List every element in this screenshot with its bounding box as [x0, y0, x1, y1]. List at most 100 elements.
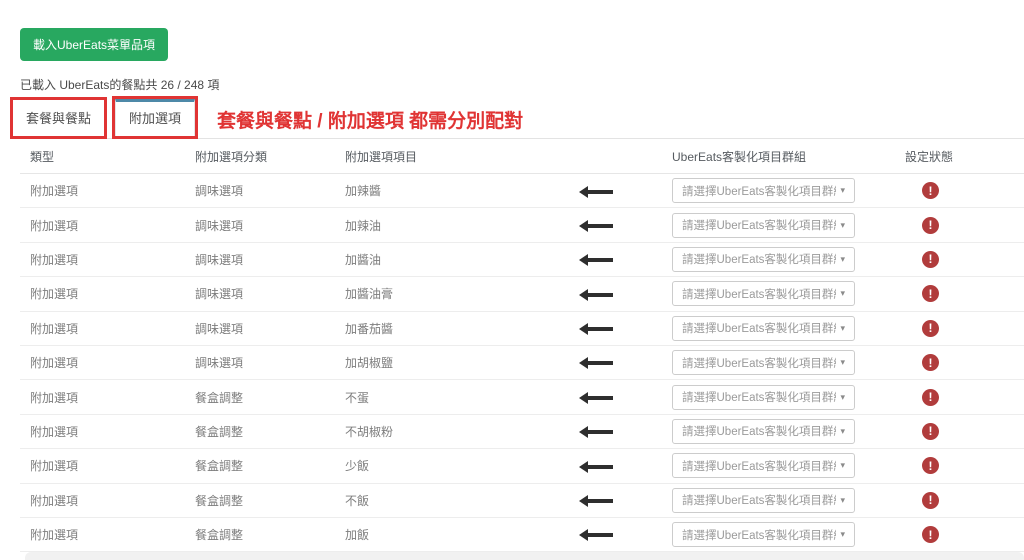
- left-arrow-icon: [588, 396, 613, 400]
- chevron-down-icon: ▾: [840, 323, 845, 334]
- row-category: 調味選項: [185, 311, 335, 345]
- tab-addon-options[interactable]: 附加選項: [115, 99, 195, 136]
- row-item: 加番茄醬: [335, 311, 550, 345]
- chevron-down-icon: ▾: [840, 392, 845, 403]
- col-header-arrow: [550, 139, 662, 174]
- status-error-icon: !: [922, 423, 939, 440]
- uber-group-select[interactable]: 請選擇UberEats客製化項目群組 ▾: [672, 247, 855, 272]
- row-type: 附加選項: [20, 242, 185, 276]
- loaded-items-status: 已載入 UberEats的餐點共 26 / 248 項: [20, 76, 1024, 93]
- row-type: 附加選項: [20, 208, 185, 242]
- row-type: 附加選項: [20, 174, 185, 208]
- left-arrow-icon: [588, 327, 613, 331]
- table-header-row: 類型 附加選項分類 附加選項項目 UberEats客製化項目群組 設定狀態: [20, 139, 1024, 174]
- status-error-icon: !: [922, 354, 939, 371]
- status-error-icon: !: [922, 285, 939, 302]
- col-header-type: 類型: [20, 139, 185, 174]
- select-placeholder: 請選擇UberEats客製化項目群組: [682, 217, 836, 233]
- status-error-icon: !: [922, 182, 939, 199]
- left-arrow-icon: [588, 224, 613, 228]
- row-type: 附加選項: [20, 449, 185, 483]
- table-row: 附加選項 調味選項 加辣醬 請選擇UberEats客製化項目群組 ▾ !: [20, 174, 1024, 208]
- status-error-icon: !: [922, 251, 939, 268]
- col-header-status: 設定狀態: [872, 139, 1024, 174]
- uber-group-select[interactable]: 請選擇UberEats客製化項目群組 ▾: [672, 178, 855, 203]
- row-item: 少飯: [335, 449, 550, 483]
- left-arrow-icon: [588, 430, 613, 434]
- uber-group-select[interactable]: 請選擇UberEats客製化項目群組 ▾: [672, 350, 855, 375]
- row-item: 不蛋: [335, 380, 550, 414]
- select-placeholder: 請選擇UberEats客製化項目群組: [682, 492, 836, 508]
- uber-group-select[interactable]: 請選擇UberEats客製化項目群組 ▾: [672, 385, 855, 410]
- row-category: 調味選項: [185, 345, 335, 379]
- chevron-down-icon: ▾: [840, 185, 845, 196]
- row-category: 調味選項: [185, 174, 335, 208]
- row-category: 餐盒調整: [185, 380, 335, 414]
- uber-group-select[interactable]: 請選擇UberEats客製化項目群組 ▾: [672, 316, 855, 341]
- uber-group-select[interactable]: 請選擇UberEats客製化項目群組 ▾: [672, 522, 855, 547]
- table-row: 附加選項 調味選項 加醬油 請選擇UberEats客製化項目群組 ▾ !: [20, 242, 1024, 276]
- col-header-category: 附加選項分類: [185, 139, 335, 174]
- row-category: 餐盒調整: [185, 449, 335, 483]
- row-category: 調味選項: [185, 208, 335, 242]
- select-placeholder: 請選擇UberEats客製化項目群組: [682, 286, 836, 302]
- row-category: 調味選項: [185, 242, 335, 276]
- table-row: 附加選項 調味選項 加醬油膏 請選擇UberEats客製化項目群組 ▾ !: [20, 277, 1024, 311]
- tab-combo-meals[interactable]: 套餐與餐點: [13, 100, 104, 136]
- chevron-down-icon: ▾: [840, 529, 845, 540]
- uber-group-select[interactable]: 請選擇UberEats客製化項目群組 ▾: [672, 213, 855, 238]
- row-category: 餐盒調整: [185, 414, 335, 448]
- load-ubereats-menu-button[interactable]: 載入UberEats菜單品項: [20, 28, 168, 61]
- row-item: 加辣醬: [335, 174, 550, 208]
- topbar: 載入UberEats菜單品項: [0, 0, 1024, 61]
- row-item: 不胡椒粉: [335, 414, 550, 448]
- status-error-icon: !: [922, 217, 939, 234]
- row-item: 加醬油膏: [335, 277, 550, 311]
- table-row: 附加選項 調味選項 加番茄醬 請選擇UberEats客製化項目群組 ▾ !: [20, 311, 1024, 345]
- select-placeholder: 請選擇UberEats客製化項目群組: [682, 183, 836, 199]
- select-placeholder: 請選擇UberEats客製化項目群組: [682, 458, 836, 474]
- select-placeholder: 請選擇UberEats客製化項目群組: [682, 320, 836, 336]
- col-header-uber-group: UberEats客製化項目群組: [662, 139, 872, 174]
- left-arrow-icon: [588, 190, 613, 194]
- status-error-icon: !: [922, 492, 939, 509]
- row-type: 附加選項: [20, 311, 185, 345]
- table-row: 附加選項 餐盒調整 加飯 請選擇UberEats客製化項目群組 ▾ !: [20, 517, 1024, 551]
- row-item: 加胡椒鹽: [335, 345, 550, 379]
- row-type: 附加選項: [20, 345, 185, 379]
- uber-group-select[interactable]: 請選擇UberEats客製化項目群組 ▾: [672, 453, 855, 478]
- chevron-down-icon: ▾: [840, 220, 845, 231]
- table-row: 附加選項 調味選項 加胡椒鹽 請選擇UberEats客製化項目群組 ▾ !: [20, 345, 1024, 379]
- uber-group-select[interactable]: 請選擇UberEats客製化項目群組 ▾: [672, 281, 855, 306]
- row-type: 附加選項: [20, 517, 185, 551]
- left-arrow-icon: [588, 533, 613, 537]
- row-item: 不飯: [335, 483, 550, 517]
- next-section-edge: [25, 552, 1024, 560]
- left-arrow-icon: [588, 258, 613, 262]
- annotation-box-addon-tab: 附加選項: [112, 96, 198, 139]
- status-error-icon: !: [922, 389, 939, 406]
- status-error-icon: !: [922, 457, 939, 474]
- table-row: 附加選項 餐盒調整 少飯 請選擇UberEats客製化項目群組 ▾ !: [20, 449, 1024, 483]
- chevron-down-icon: ▾: [840, 254, 845, 265]
- left-arrow-icon: [588, 465, 613, 469]
- row-category: 餐盒調整: [185, 483, 335, 517]
- select-placeholder: 請選擇UberEats客製化項目群組: [682, 527, 836, 543]
- chevron-down-icon: ▾: [840, 426, 845, 437]
- annotation-note: 套餐與餐點 / 附加選項 都需分別配對: [217, 106, 523, 133]
- row-category: 餐盒調整: [185, 517, 335, 551]
- annotation-box-combo-tab: 套餐與餐點: [10, 97, 107, 139]
- status-error-icon: !: [922, 526, 939, 543]
- select-placeholder: 請選擇UberEats客製化項目群組: [682, 355, 836, 371]
- left-arrow-icon: [588, 499, 613, 503]
- uber-group-select[interactable]: 請選擇UberEats客製化項目群組 ▾: [672, 488, 855, 513]
- option-rows: 附加選項 調味選項 加辣醬 請選擇UberEats客製化項目群組 ▾ ! 附加選…: [20, 174, 1024, 560]
- table-row: 附加選項 餐盒調整 不胡椒粉 請選擇UberEats客製化項目群組 ▾ !: [20, 414, 1024, 448]
- left-arrow-icon: [588, 361, 613, 365]
- select-placeholder: 請選擇UberEats客製化項目群組: [682, 423, 836, 439]
- row-type: 附加選項: [20, 483, 185, 517]
- select-placeholder: 請選擇UberEats客製化項目群組: [682, 251, 836, 267]
- chevron-down-icon: ▾: [840, 460, 845, 471]
- uber-group-select[interactable]: 請選擇UberEats客製化項目群組 ▾: [672, 419, 855, 444]
- addon-mapping-table: 類型 附加選項分類 附加選項項目 UberEats客製化項目群組 設定狀態 附加…: [20, 139, 1024, 560]
